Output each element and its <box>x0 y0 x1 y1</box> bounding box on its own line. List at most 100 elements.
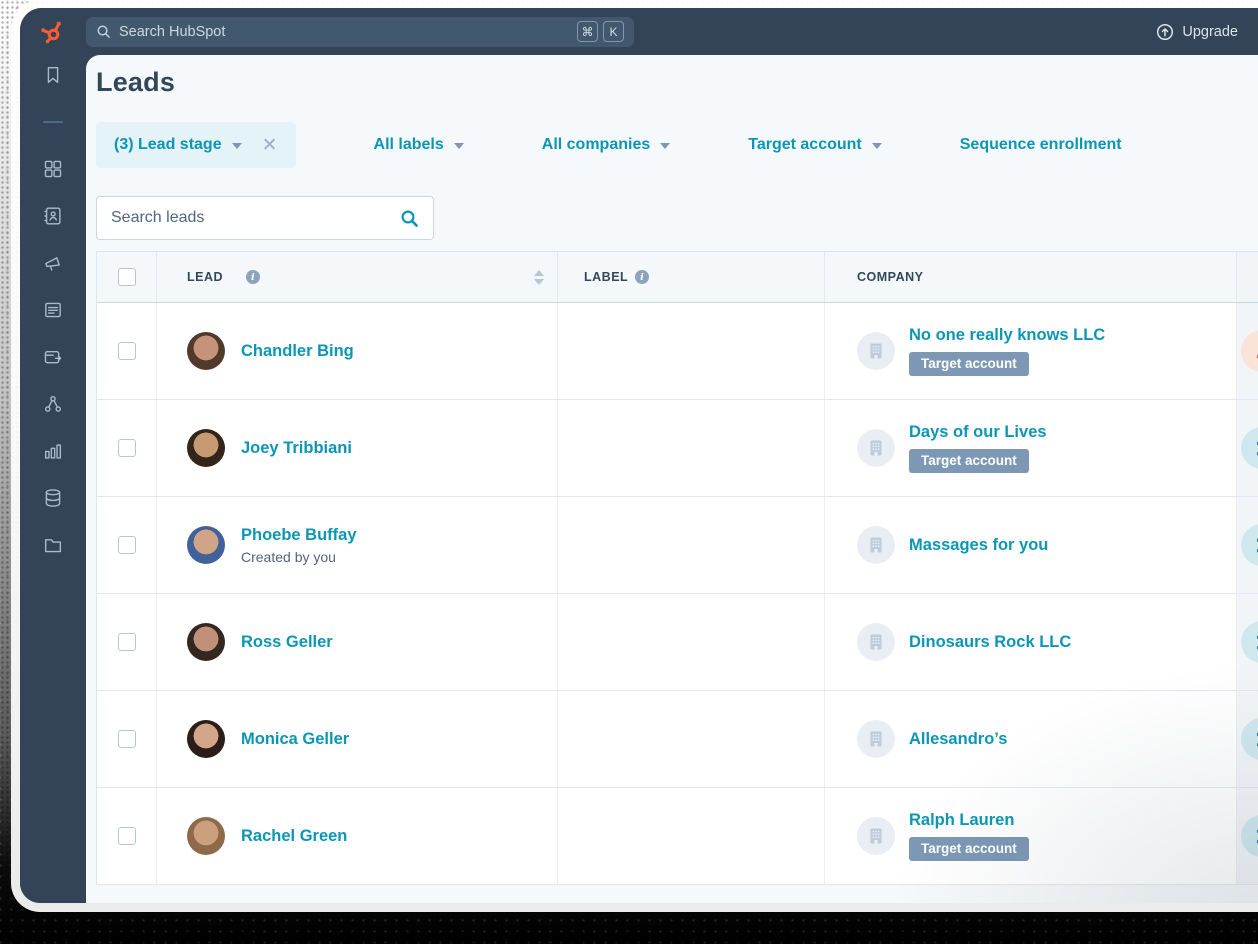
top-navigation-bar: ⌘ K Upgrade <box>20 8 1258 55</box>
column-header-s: S <box>1237 252 1258 302</box>
sidebar-item-database-icon[interactable] <box>42 487 64 509</box>
label-cell <box>558 497 825 593</box>
company-name-link[interactable]: Ralph Lauren <box>909 811 1029 830</box>
column-header-lead[interactable]: LEADi <box>157 252 558 302</box>
company-building-icon <box>857 720 895 758</box>
filter--3-lead-stage[interactable]: (3) Lead stage✕ <box>96 122 296 168</box>
company-name-link[interactable]: No one really knows LLC <box>909 326 1105 345</box>
company-cell: Dinosaurs Rock LLC <box>825 594 1237 690</box>
info-icon[interactable]: i <box>635 270 649 284</box>
label-cell <box>558 691 825 787</box>
lead-avatar <box>187 526 225 564</box>
filter-all-labels[interactable]: All labels <box>374 136 464 154</box>
table-row: Joey Tribbiani Days of our Lives <box>97 400 1258 497</box>
filter-sequence-enrollment[interactable]: Sequence enrollment <box>960 136 1122 154</box>
sidebar-item-folder-icon[interactable] <box>42 534 64 556</box>
target-account-badge: Target account <box>909 837 1029 861</box>
bookmark-icon <box>42 64 64 86</box>
company-name-link[interactable]: Massages for you <box>909 536 1048 555</box>
sidebar-item-bookmark-icon[interactable] <box>42 64 64 86</box>
info-icon[interactable]: i <box>246 270 260 284</box>
upgrade-button[interactable]: Upgrade <box>1156 23 1238 41</box>
upgrade-label: Upgrade <box>1182 24 1238 40</box>
company-building-icon <box>857 817 895 855</box>
row-checkbox[interactable] <box>118 730 136 748</box>
lead-subtitle: Created by you <box>241 549 357 565</box>
lead-search-box[interactable] <box>96 196 434 240</box>
target-account-badge: Target account <box>909 352 1029 376</box>
table-row: Ross Geller Dinosaurs Rock LLC <box>97 594 1258 691</box>
lead-avatar <box>187 623 225 661</box>
row-select-cell <box>97 788 157 884</box>
search-icon <box>400 209 419 228</box>
main-content: Leads (3) Lead stage✕All labelsAll compa… <box>86 55 1258 903</box>
lead-avatar <box>187 332 225 370</box>
sidebar-item-contacts-book-icon[interactable] <box>42 205 64 227</box>
label-cell <box>558 303 825 399</box>
lead-search-input[interactable] <box>111 209 400 227</box>
sequence-status-cell <box>1237 788 1258 884</box>
company-name-link[interactable]: Days of our Lives <box>909 423 1047 442</box>
sidebar-item-workflows-icon[interactable] <box>42 393 64 415</box>
sidebar-item-content-pages-icon[interactable] <box>42 299 64 321</box>
lead-cell: Phoebe Buffay Created by you <box>157 497 558 593</box>
row-select-cell <box>97 400 157 496</box>
company-cell: No one really knows LLC Target account <box>825 303 1237 399</box>
sidebar-item-wallet-icon[interactable] <box>42 346 64 368</box>
sidebar-item-megaphone-icon[interactable] <box>42 252 64 274</box>
keyboard-shortcut-hint: ⌘ K <box>577 21 624 42</box>
lead-name-link[interactable]: Monica Geller <box>241 730 349 749</box>
select-all-cell <box>97 252 157 302</box>
row-select-cell <box>97 594 157 690</box>
lead-name-link[interactable]: Rachel Green <box>241 827 347 846</box>
table-header-row: LEADi LABEL i COMPANYS <box>97 251 1258 303</box>
column-label: LABEL <box>584 270 628 284</box>
company-name-link[interactable]: Dinosaurs Rock LLC <box>909 633 1071 652</box>
sidebar-item-grid-icon[interactable] <box>42 158 64 180</box>
column-header-company: COMPANY <box>825 252 1237 302</box>
lead-name-link[interactable]: Ross Geller <box>241 633 333 652</box>
company-name-link[interactable]: Allesandro’s <box>909 730 1007 749</box>
hubspot-logo[interactable] <box>20 18 86 45</box>
lead-avatar <box>187 817 225 855</box>
row-checkbox[interactable] <box>118 536 136 554</box>
table-row: Phoebe Buffay Created by you Massages fo <box>97 497 1258 594</box>
remove-filter-icon[interactable]: ✕ <box>262 136 278 155</box>
lead-name-link[interactable]: Chandler Bing <box>241 342 354 361</box>
row-checkbox[interactable] <box>118 439 136 457</box>
lead-avatar <box>187 429 225 467</box>
global-search-bar[interactable]: ⌘ K <box>86 17 634 47</box>
sequence-status-hourglass-icon <box>1241 427 1258 469</box>
lead-name-link[interactable]: Joey Tribbiani <box>241 439 352 458</box>
row-checkbox[interactable] <box>118 827 136 845</box>
filter-all-companies[interactable]: All companies <box>542 136 670 154</box>
filter-label: Sequence enrollment <box>960 136 1122 154</box>
select-all-checkbox[interactable] <box>118 268 136 286</box>
row-checkbox[interactable] <box>118 633 136 651</box>
chevron-down-icon <box>660 143 670 149</box>
chevron-down-icon <box>872 143 882 149</box>
sidebar-item-bar-chart-icon[interactable] <box>42 440 64 462</box>
global-search-input[interactable] <box>119 24 577 40</box>
company-building-icon <box>857 623 895 661</box>
row-checkbox[interactable] <box>118 342 136 360</box>
row-select-cell <box>97 691 157 787</box>
label-cell <box>558 788 825 884</box>
company-cell: Days of our Lives Target account <box>825 400 1237 496</box>
row-select-cell <box>97 303 157 399</box>
lead-cell: Joey Tribbiani <box>157 400 558 496</box>
search-icon <box>96 24 111 39</box>
lead-cell: Ross Geller <box>157 594 558 690</box>
sort-control[interactable] <box>534 270 544 285</box>
label-cell <box>558 594 825 690</box>
filter-target-account[interactable]: Target account <box>748 136 882 154</box>
sequence-status-hourglass-icon <box>1241 718 1258 760</box>
lead-cell: Chandler Bing <box>157 303 558 399</box>
label-cell <box>558 400 825 496</box>
megaphone-icon <box>42 252 64 274</box>
sequence-status-cell <box>1237 594 1258 690</box>
folder-icon <box>42 534 64 556</box>
lead-name-link[interactable]: Phoebe Buffay <box>241 526 357 545</box>
grid-icon <box>42 158 64 180</box>
company-building-icon <box>857 429 895 467</box>
